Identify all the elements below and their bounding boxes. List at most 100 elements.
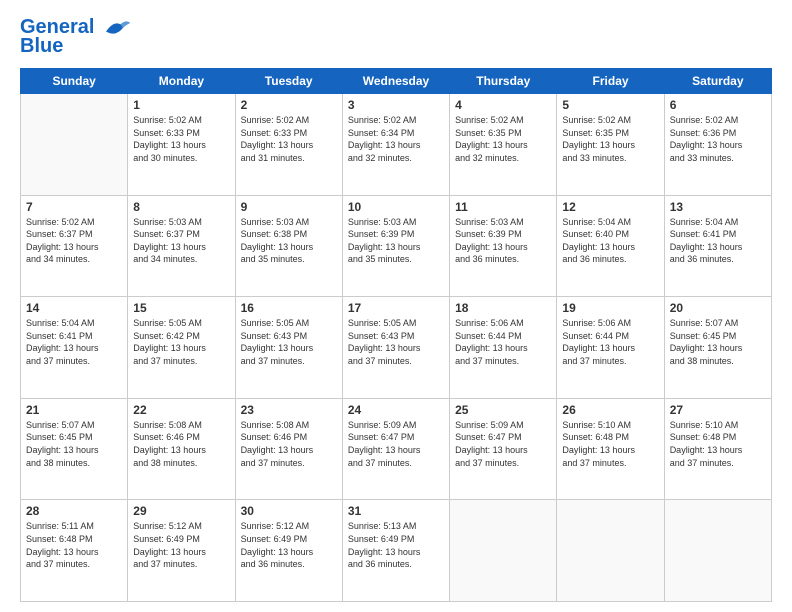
calendar-cell: 25 Sunrise: 5:09 AMSunset: 6:47 PMDayligh… [450, 398, 557, 500]
day-info: Sunrise: 5:10 AMSunset: 6:48 PMDaylight:… [562, 419, 658, 469]
day-number: 26 [562, 403, 658, 417]
day-number: 2 [241, 98, 337, 112]
day-info: Sunrise: 5:09 AMSunset: 6:47 PMDaylight:… [455, 419, 551, 469]
weekday-header: Monday [128, 69, 235, 94]
calendar-cell: 11 Sunrise: 5:03 AMSunset: 6:39 PMDayligh… [450, 195, 557, 297]
calendar-cell: 9 Sunrise: 5:03 AMSunset: 6:38 PMDaylight… [235, 195, 342, 297]
day-number: 14 [26, 301, 122, 315]
weekday-header: Friday [557, 69, 664, 94]
day-number: 30 [241, 504, 337, 518]
calendar-cell: 28Sunrise: 5:11 AMSunset: 6:48 PMDayligh… [21, 500, 128, 602]
day-number: 25 [455, 403, 551, 417]
day-number: 10 [348, 200, 444, 214]
calendar-cell: 5Sunrise: 5:02 AMSunset: 6:35 PMDaylight… [557, 94, 664, 196]
weekday-header: Saturday [664, 69, 771, 94]
day-number: 23 [241, 403, 337, 417]
calendar-cell: 27Sunrise: 5:10 AMSunset: 6:48 PMDayligh… [664, 398, 771, 500]
day-info: Sunrise: 5:09 AMSunset: 6:47 PMDaylight:… [348, 419, 444, 469]
calendar-cell: 18 Sunrise: 5:06 AMSunset: 6:44 PMDayligh… [450, 297, 557, 399]
weekday-header-row: SundayMondayTuesdayWednesdayThursdayFrid… [21, 69, 772, 94]
header: General Blue [20, 16, 772, 58]
day-info: Sunrise: 5:04 AMSunset: 6:40 PMDaylight:… [562, 216, 658, 266]
weekday-header: Thursday [450, 69, 557, 94]
day-info: Sunrise: 5:02 AMSunset: 6:35 PMDaylight:… [562, 114, 658, 164]
calendar-cell: 30 Sunrise: 5:12 AMSunset: 6:49 PMDayligh… [235, 500, 342, 602]
day-info: Sunrise: 5:02 AMSunset: 6:34 PMDaylight:… [348, 114, 444, 164]
calendar-cell [664, 500, 771, 602]
day-info: Sunrise: 5:02 AMSunset: 6:36 PMDaylight:… [670, 114, 766, 164]
day-number: 16 [241, 301, 337, 315]
calendar-cell: 19Sunrise: 5:06 AMSunset: 6:44 PMDayligh… [557, 297, 664, 399]
day-info: Sunrise: 5:02 AMSunset: 6:33 PMDaylight:… [241, 114, 337, 164]
day-info: Sunrise: 5:05 AMSunset: 6:42 PMDaylight:… [133, 317, 229, 367]
day-number: 11 [455, 200, 551, 214]
day-info: Sunrise: 5:02 AMSunset: 6:35 PMDaylight:… [455, 114, 551, 164]
calendar-week-row: 1 Sunrise: 5:02 AMSunset: 6:33 PMDaylight… [21, 94, 772, 196]
day-info: Sunrise: 5:12 AMSunset: 6:49 PMDaylight:… [241, 520, 337, 570]
day-number: 8 [133, 200, 229, 214]
calendar-week-row: 21 Sunrise: 5:07 AMSunset: 6:45 PMDayligh… [21, 398, 772, 500]
day-info: Sunrise: 5:03 AMSunset: 6:37 PMDaylight:… [133, 216, 229, 266]
calendar-cell: 23 Sunrise: 5:08 AMSunset: 6:46 PMDayligh… [235, 398, 342, 500]
calendar-cell: 6 Sunrise: 5:02 AMSunset: 6:36 PMDaylight… [664, 94, 771, 196]
day-number: 21 [26, 403, 122, 417]
day-number: 13 [670, 200, 766, 214]
day-number: 27 [670, 403, 766, 417]
calendar-week-row: 28Sunrise: 5:11 AMSunset: 6:48 PMDayligh… [21, 500, 772, 602]
day-info: Sunrise: 5:03 AMSunset: 6:39 PMDaylight:… [455, 216, 551, 266]
day-number: 9 [241, 200, 337, 214]
logo-bird-icon [102, 17, 132, 39]
logo: General Blue [20, 16, 132, 58]
day-info: Sunrise: 5:03 AMSunset: 6:38 PMDaylight:… [241, 216, 337, 266]
weekday-header: Wednesday [342, 69, 449, 94]
day-number: 29 [133, 504, 229, 518]
day-info: Sunrise: 5:11 AMSunset: 6:48 PMDaylight:… [26, 520, 122, 570]
calendar-cell: 21 Sunrise: 5:07 AMSunset: 6:45 PMDayligh… [21, 398, 128, 500]
calendar-week-row: 7Sunrise: 5:02 AMSunset: 6:37 PMDaylight… [21, 195, 772, 297]
day-number: 18 [455, 301, 551, 315]
calendar-cell: 13 Sunrise: 5:04 AMSunset: 6:41 PMDayligh… [664, 195, 771, 297]
calendar-cell: 16 Sunrise: 5:05 AMSunset: 6:43 PMDayligh… [235, 297, 342, 399]
calendar-cell: 24 Sunrise: 5:09 AMSunset: 6:47 PMDayligh… [342, 398, 449, 500]
day-info: Sunrise: 5:05 AMSunset: 6:43 PMDaylight:… [348, 317, 444, 367]
calendar-cell: 31 Sunrise: 5:13 AMSunset: 6:49 PMDayligh… [342, 500, 449, 602]
day-number: 31 [348, 504, 444, 518]
page: General Blue SundayMondayTuesdayWednesda… [0, 0, 792, 612]
calendar-cell: 10Sunrise: 5:03 AMSunset: 6:39 PMDayligh… [342, 195, 449, 297]
day-info: Sunrise: 5:13 AMSunset: 6:49 PMDaylight:… [348, 520, 444, 570]
day-info: Sunrise: 5:02 AMSunset: 6:37 PMDaylight:… [26, 216, 122, 266]
day-info: Sunrise: 5:06 AMSunset: 6:44 PMDaylight:… [455, 317, 551, 367]
calendar-cell: 8 Sunrise: 5:03 AMSunset: 6:37 PMDaylight… [128, 195, 235, 297]
day-info: Sunrise: 5:04 AMSunset: 6:41 PMDaylight:… [26, 317, 122, 367]
calendar-cell: 22 Sunrise: 5:08 AMSunset: 6:46 PMDayligh… [128, 398, 235, 500]
day-info: Sunrise: 5:02 AMSunset: 6:33 PMDaylight:… [133, 114, 229, 164]
day-number: 24 [348, 403, 444, 417]
day-number: 22 [133, 403, 229, 417]
weekday-header: Sunday [21, 69, 128, 94]
day-info: Sunrise: 5:04 AMSunset: 6:41 PMDaylight:… [670, 216, 766, 266]
calendar-cell: 17Sunrise: 5:05 AMSunset: 6:43 PMDayligh… [342, 297, 449, 399]
day-info: Sunrise: 5:05 AMSunset: 6:43 PMDaylight:… [241, 317, 337, 367]
day-number: 6 [670, 98, 766, 112]
calendar-cell: 15Sunrise: 5:05 AMSunset: 6:42 PMDayligh… [128, 297, 235, 399]
calendar-cell [450, 500, 557, 602]
calendar-cell: 7Sunrise: 5:02 AMSunset: 6:37 PMDaylight… [21, 195, 128, 297]
day-number: 1 [133, 98, 229, 112]
day-number: 20 [670, 301, 766, 315]
day-info: Sunrise: 5:07 AMSunset: 6:45 PMDaylight:… [26, 419, 122, 469]
day-number: 3 [348, 98, 444, 112]
calendar-cell [557, 500, 664, 602]
day-info: Sunrise: 5:08 AMSunset: 6:46 PMDaylight:… [241, 419, 337, 469]
calendar-cell [21, 94, 128, 196]
day-number: 4 [455, 98, 551, 112]
calendar-cell: 29 Sunrise: 5:12 AMSunset: 6:49 PMDayligh… [128, 500, 235, 602]
calendar-week-row: 14 Sunrise: 5:04 AMSunset: 6:41 PMDayligh… [21, 297, 772, 399]
calendar-cell: 20 Sunrise: 5:07 AMSunset: 6:45 PMDayligh… [664, 297, 771, 399]
day-info: Sunrise: 5:07 AMSunset: 6:45 PMDaylight:… [670, 317, 766, 367]
calendar-cell: 12 Sunrise: 5:04 AMSunset: 6:40 PMDayligh… [557, 195, 664, 297]
day-info: Sunrise: 5:08 AMSunset: 6:46 PMDaylight:… [133, 419, 229, 469]
day-info: Sunrise: 5:12 AMSunset: 6:49 PMDaylight:… [133, 520, 229, 570]
calendar-cell: 14 Sunrise: 5:04 AMSunset: 6:41 PMDayligh… [21, 297, 128, 399]
calendar-cell: 26 Sunrise: 5:10 AMSunset: 6:48 PMDayligh… [557, 398, 664, 500]
day-number: 12 [562, 200, 658, 214]
